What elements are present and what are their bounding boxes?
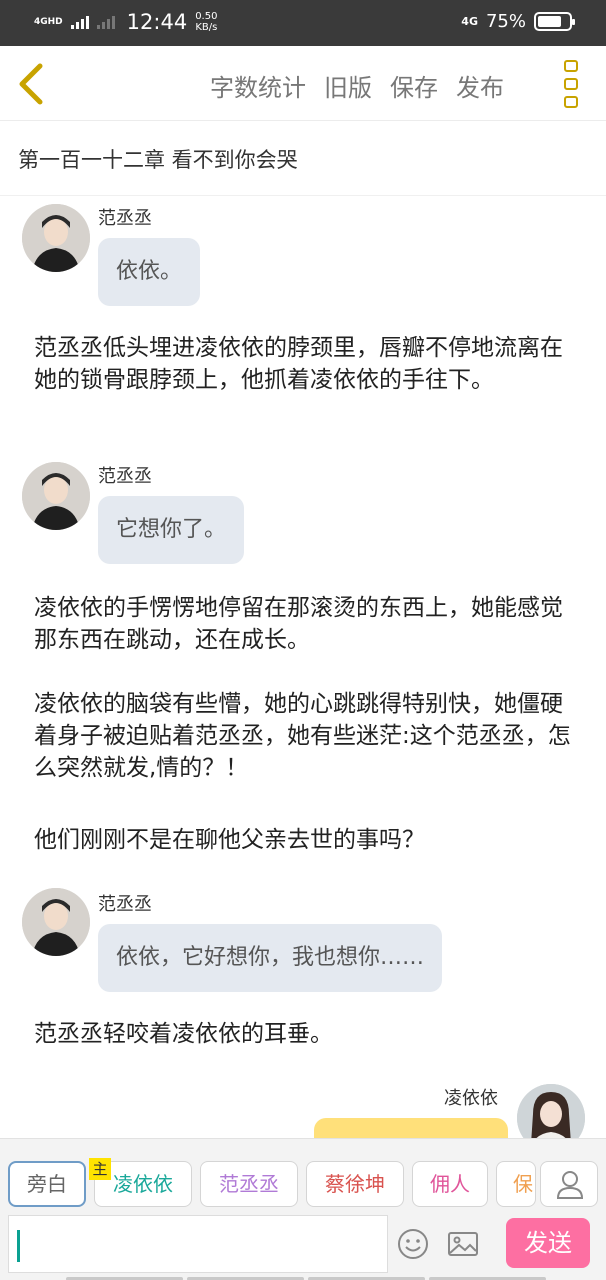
more-menu-button[interactable] [564,60,580,108]
signal-icon [70,15,89,29]
publish-button[interactable]: 发布 [456,68,504,103]
net-speed-value: 0.50 [195,11,218,22]
person-avatar-icon [22,462,90,530]
message-input[interactable] [8,1215,388,1273]
role-narrator[interactable]: 旁白 [8,1161,86,1207]
signal-icon-secondary [96,15,115,29]
word-count-button[interactable]: 字数统计 [210,68,306,103]
editor-header: 字数统计 旧版 保存 发布 [0,46,606,121]
person-avatar-icon [22,204,90,272]
status-bar: 4GHD 12:44 0.50 KB/s 4G 75% [0,0,606,46]
old-version-button[interactable]: 旧版 [324,68,372,103]
role-servant[interactable]: 佣人 [412,1161,488,1207]
narration-text[interactable]: 凌依依的脑袋有些懵，她的心跳跳得特别快，她僵硬着身子被迫贴着范丞丞，她有些迷茫:… [34,688,582,784]
role-cai-xukun[interactable]: 蔡徐坤 [306,1161,404,1207]
dialogue-bubble[interactable] [314,1118,508,1138]
clock: 12:44 [126,10,188,34]
image-button[interactable] [446,1227,480,1261]
avatar[interactable] [22,462,90,530]
speaker-name: 范丞丞 [98,208,152,229]
story-content[interactable]: 范丞丞 依依。 范丞丞低头埋进凌依依的脖颈里，唇瓣不停地流离在她的锁骨跟脖颈上，… [0,196,606,1138]
user-icon [556,1171,584,1199]
speaker-name: 范丞丞 [98,894,152,915]
dialogue-bubble[interactable]: 它想你了。 [98,496,245,564]
battery-icon [534,12,575,31]
person-avatar-icon [22,888,90,956]
speaker-name: 凌依依 [444,1088,498,1109]
role-label: 范丞丞 [219,1172,279,1196]
role-ling-yiyi[interactable]: 主 凌依依 [89,1158,192,1207]
avatar[interactable] [517,1084,585,1138]
network-type: 4GHD [34,16,63,27]
menu-dot-icon [564,60,578,72]
menu-dot-icon [564,96,578,108]
header-actions: 字数统计 旧版 保存 发布 [210,68,504,103]
role-label: 凌依依 [113,1172,173,1196]
main-role-badge: 主 [89,1158,111,1180]
avatar[interactable] [22,888,90,956]
net-speed-unit: KB/s [195,22,218,33]
add-role-button[interactable] [540,1161,598,1207]
smiley-icon [398,1229,428,1259]
text-caret [17,1230,20,1262]
menu-dot-icon [564,78,578,90]
composer-panel: 旁白 主 凌依依 范丞丞 蔡徐坤 佣人 保 发送 [0,1138,606,1280]
net-speed: 0.50 KB/s [195,11,217,33]
speaker-name: 范丞丞 [98,466,152,487]
emoji-button[interactable] [396,1227,430,1261]
role-label: 旁白 [27,1172,67,1196]
role-selector: 旁白 主 凌依依 范丞丞 蔡徐坤 佣人 保 [8,1158,536,1207]
person-avatar-icon [517,1084,585,1138]
narration-text[interactable]: 凌依依的手愣愣地停留在那滚烫的东西上，她能感觉那东西在跳动，还在成长。 [34,592,582,656]
narration-text[interactable]: 他们刚刚不是在聊他父亲去世的事吗？ [34,824,582,856]
battery-percent: 75% [485,11,526,32]
role-fan-chengcheng[interactable]: 范丞丞 [200,1161,298,1207]
save-button[interactable]: 保存 [390,68,438,103]
back-button[interactable] [14,62,50,106]
role-label: 佣人 [430,1172,470,1196]
network-type-right: 4G [461,15,478,28]
image-icon [448,1232,478,1256]
role-label: 保 [513,1172,533,1196]
narration-text[interactable]: 范丞丞轻咬着凌依依的耳垂。 [34,1018,582,1050]
send-button[interactable]: 发送 [506,1218,590,1268]
avatar[interactable] [22,204,90,272]
narration-text[interactable]: 范丞丞低头埋进凌依依的脖颈里，唇瓣不停地流离在她的锁骨跟脖颈上，他抓着凌依依的手… [34,332,582,396]
chevron-left-icon [19,63,43,105]
chapter-title[interactable]: 第一百一十二章 看不到你会哭 [0,122,606,196]
role-partial[interactable]: 保 [496,1161,536,1207]
dialogue-bubble[interactable]: 依依，它好想你，我也想你…… [98,924,443,992]
dialogue-bubble[interactable]: 依依。 [98,238,201,306]
role-label: 蔡徐坤 [325,1172,385,1196]
